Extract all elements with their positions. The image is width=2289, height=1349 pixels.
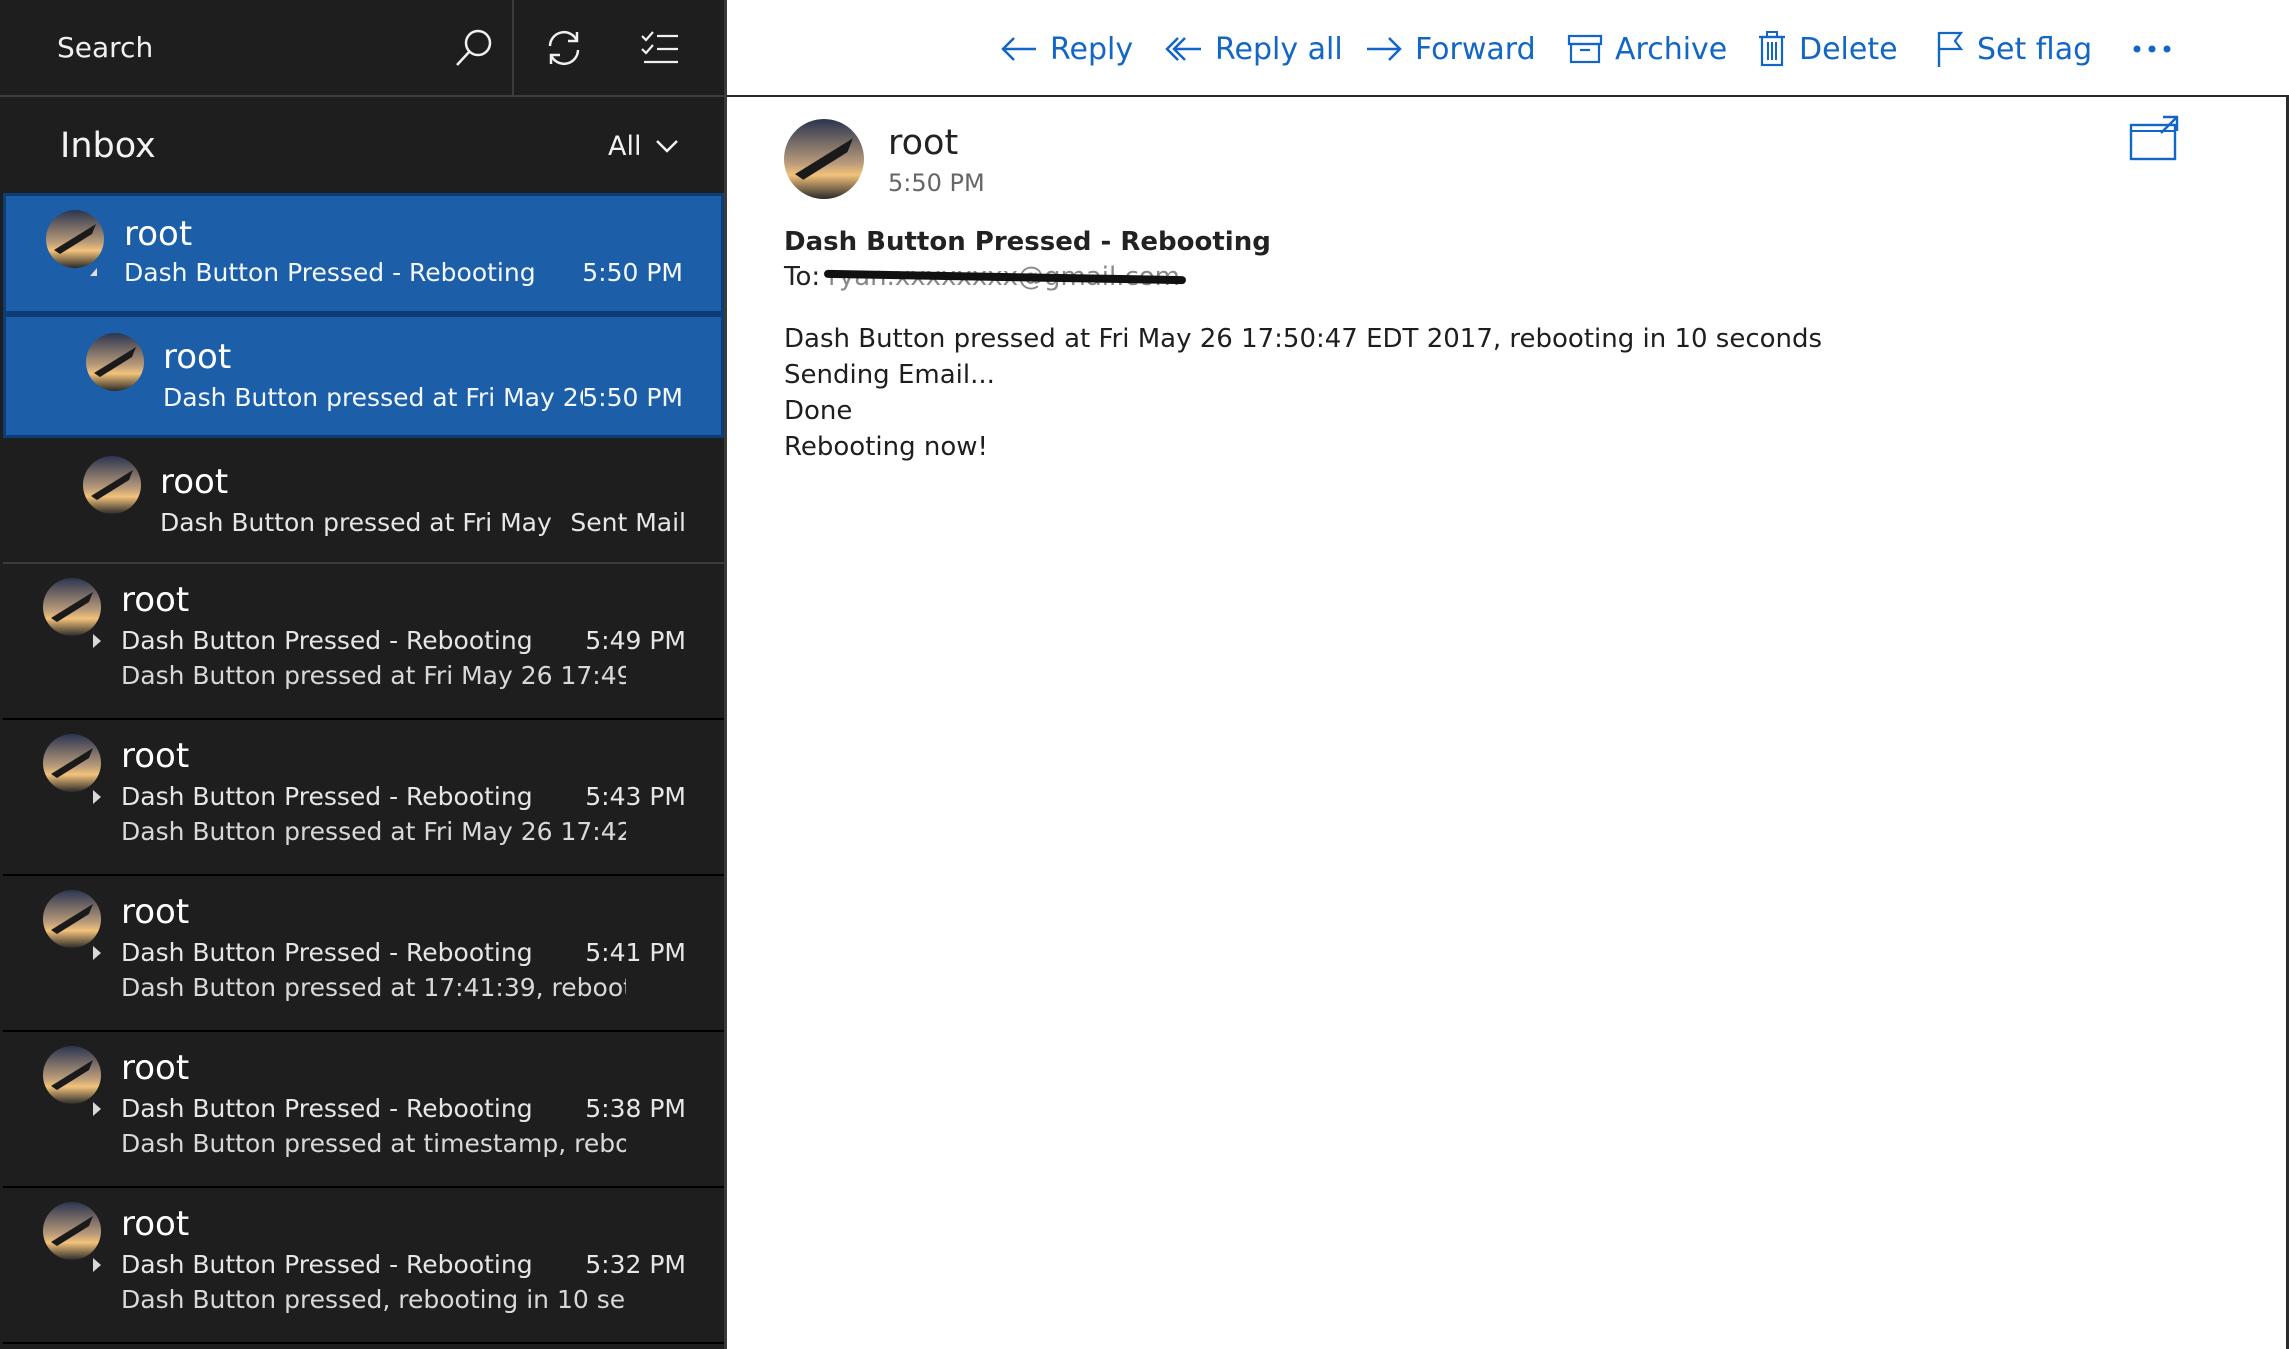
body-line: Rebooting now! [784,432,988,462]
to-label: To: [784,262,821,292]
expand-caret-icon[interactable] [93,1102,101,1116]
message-list-pane: Search Inbox All root Dash Button Presse… [0,0,727,1349]
delete-label: Delete [1799,31,1898,67]
sender-name: root [888,123,959,163]
reply-label: Reply [1050,31,1134,67]
open-in-new-window-icon[interactable] [2129,115,2179,161]
sender-name: root [121,1048,190,1088]
message-time: 5:50 PM [582,383,683,412]
avatar [46,210,104,268]
avatar [43,734,101,792]
archive-button[interactable]: Archive [1567,24,1727,74]
message-subject: Dash Button Pressed - Rebooting [121,1250,533,1279]
message-time: 5:32 PM [585,1250,686,1279]
expand-caret-icon[interactable] [93,634,101,648]
expand-caret-icon[interactable] [93,790,101,804]
filter-dropdown[interactable]: All [608,126,679,166]
forward-label: Forward [1415,31,1536,67]
sender-name: root [124,214,193,254]
search-icon[interactable] [450,24,498,72]
avatar [43,890,101,948]
sync-icon[interactable] [540,24,588,72]
body-line: Sending Email... [784,360,995,390]
archive-label: Archive [1615,31,1728,67]
more-options-button[interactable] [2132,24,2172,74]
search-box[interactable]: Search [0,0,514,97]
thread-child-row[interactable]: root Dash Button pressed at Fri May 26 S… [3,438,724,564]
collapse-caret-icon[interactable] [90,268,97,276]
message-time: 5:49 PM [585,626,686,655]
set-flag-button[interactable]: Set flag [1935,24,2092,74]
sender-name: root [160,462,229,502]
thread-row[interactable]: root Dash Button Pressed - Rebooting 5:5… [3,193,724,314]
message-subject: Dash Button pressed at Fri May 26 1 [163,383,583,412]
message-preview: Dash Button pressed at Fri May 26 17:42: [121,817,626,846]
archive-box-icon [1567,34,1603,64]
reply-all-label: Reply all [1215,31,1343,67]
list-toolbar: Search [0,0,724,97]
expand-caret-icon[interactable] [93,946,101,960]
thread-row[interactable]: root Dash Button Pressed - Rebooting 5:4… [3,720,724,876]
thread-row[interactable]: root Dash Button Pressed - Rebooting 5:4… [3,876,724,1032]
message-toolbar: Reply Reply all Forward Archive Delete S… [727,0,2289,97]
message-time: 5:50 PM [582,258,683,287]
forward-arrow-icon [1367,37,1402,61]
message-subject: Dash Button Pressed - Rebooting [784,227,1271,257]
message-subject: Dash Button Pressed - Rebooting [124,258,536,287]
reply-all-arrow-icon [1165,37,1201,61]
avatar [43,578,101,636]
folder-label: Sent Mail [570,508,686,537]
reply-arrow-icon [1001,37,1036,61]
message-subject: Dash Button pressed at Fri May 26 [160,508,560,537]
filter-label: All [608,130,642,162]
message-subject: Dash Button Pressed - Rebooting [121,626,533,655]
recipient-line: To: ryan.xxxxxxxx@gmail.com [784,262,1180,292]
folder-title: Inbox [60,126,156,166]
reading-pane: root 5:50 PM Dash Button Pressed - Reboo… [727,97,2289,1349]
message-preview: Dash Button pressed at timestamp, reboo [121,1129,626,1158]
search-label: Search [57,31,154,64]
message-subject: Dash Button Pressed - Rebooting [121,938,533,967]
recipient-address[interactable]: ryan.xxxxxxxx@gmail.com [828,262,1180,292]
more-dots-icon [2133,45,2171,53]
thread-row[interactable]: root Dash Button Pressed - Rebooting 5:3… [3,1188,724,1344]
avatar [86,333,144,391]
sender-name: root [163,337,232,377]
message-time: 5:50 PM [888,169,985,197]
forward-button[interactable]: Forward [1365,24,1536,74]
message-subject: Dash Button Pressed - Rebooting [121,1094,533,1123]
reply-button[interactable]: Reply [1000,24,1133,74]
message-body: Dash Button pressed at Fri May 26 17:50:… [784,321,1822,465]
expand-caret-icon[interactable] [93,1258,101,1272]
message-time: 5:41 PM [585,938,686,967]
sender-name: root [121,580,190,620]
delete-button[interactable]: Delete [1757,24,1898,74]
avatar [43,1046,101,1104]
body-line: Done [784,396,853,426]
body-line: Dash Button pressed at Fri May 26 17:50:… [784,324,1823,354]
reply-all-button[interactable]: Reply all [1165,24,1343,74]
sender-avatar [784,119,864,199]
thread-row[interactable]: root Dash Button Pressed - Rebooting 5:4… [3,564,724,720]
trash-icon [1759,31,1785,67]
sender-name: root [121,736,190,776]
message-time: 5:43 PM [585,782,686,811]
selection-mode-icon[interactable] [636,24,684,72]
sender-name: root [121,892,190,932]
flag-icon [1937,31,1964,67]
avatar [83,456,141,514]
chevron-down-icon [656,140,679,153]
message-time: 5:38 PM [585,1094,686,1123]
thread-row[interactable]: root Dash Button Pressed - Rebooting 5:3… [3,1032,724,1188]
message-preview: Dash Button pressed at 17:41:39, rebooti [121,973,626,1002]
message-subject: Dash Button Pressed - Rebooting [121,782,533,811]
message-preview: Dash Button pressed at Fri May 26 17:49: [121,661,626,690]
sender-name: root [121,1204,190,1244]
thread-child-row[interactable]: root Dash Button pressed at Fri May 26 1… [3,314,724,438]
message-preview: Dash Button pressed, rebooting in 10 sec [121,1285,626,1314]
avatar [43,1202,101,1260]
set-flag-label: Set flag [1977,31,2093,67]
